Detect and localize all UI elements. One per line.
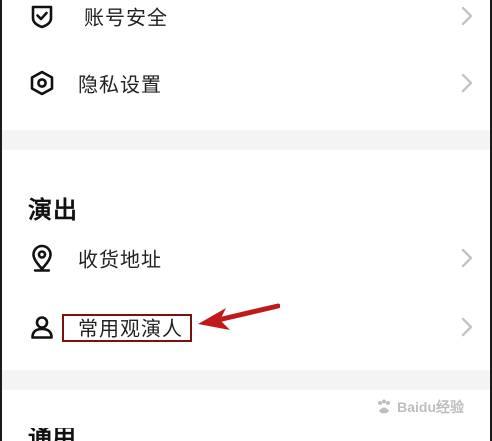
chevron-right-icon: [460, 317, 474, 337]
chevron-right-icon: [460, 248, 474, 268]
account-security-row[interactable]: 账号安全: [2, 0, 490, 44]
general-section-title: 通用: [28, 428, 76, 441]
paw-logo-icon: [378, 399, 391, 414]
performance-section-title: 演出: [28, 196, 78, 224]
location-pin-icon: [28, 244, 56, 272]
shipping-address-label: 收货地址: [78, 247, 162, 272]
chevron-right-icon: [460, 6, 474, 26]
annotation-arrow-icon: [198, 303, 280, 330]
shield-check-icon: [28, 2, 56, 30]
annotation-highlight-box: [62, 314, 192, 342]
account-security-label: 账号安全: [84, 5, 168, 30]
watermark-text: Baidu经验: [397, 399, 464, 415]
privacy-settings-row[interactable]: 隐私设置: [2, 55, 490, 111]
section-divider: [2, 370, 490, 390]
chevron-right-icon: [460, 73, 474, 93]
watermark: Baidu经验: [375, 396, 464, 418]
section-divider: [2, 130, 490, 150]
privacy-settings-label: 隐私设置: [78, 72, 162, 97]
shipping-address-row[interactable]: 收货地址: [2, 230, 490, 286]
privacy-hexagon-icon: [28, 69, 56, 97]
person-icon: [28, 313, 56, 341]
